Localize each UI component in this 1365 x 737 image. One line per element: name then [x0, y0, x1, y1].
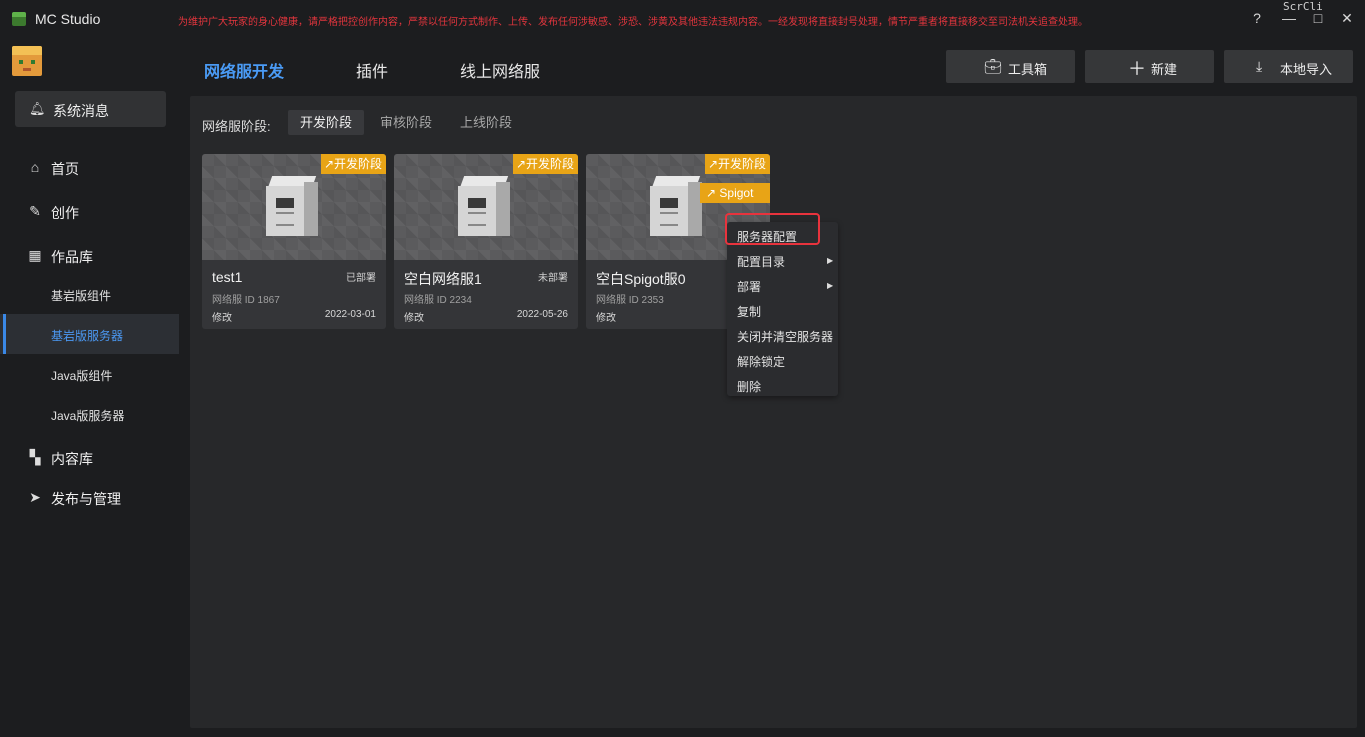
sidebar-item-label: 发布与管理 — [51, 491, 121, 507]
system-messages-button[interactable]: 🔔︎ 系统消息 — [15, 91, 166, 127]
deploy-status: 已部署 — [346, 273, 376, 284]
menu-item-copy[interactable]: 复制 — [737, 303, 761, 320]
menu-item-unlock[interactable]: 解除锁定 — [737, 353, 785, 370]
server-icon — [458, 176, 512, 238]
new-label: 新建 — [1151, 62, 1178, 77]
sidebar-subitem-java-servers[interactable]: Java版服务器 — [0, 394, 179, 434]
tab-plugins[interactable]: 插件 — [356, 58, 388, 82]
sidebar-subitem-java-components[interactable]: Java版组件 — [0, 354, 179, 394]
menu-item-label: 关闭并清空服务器 — [737, 330, 834, 344]
stage-badge: ↗开发阶段 — [320, 154, 386, 174]
modified-label: 修改 — [212, 313, 232, 324]
send-icon: ➤ — [29, 489, 41, 505]
app-logo-icon — [12, 12, 26, 26]
menu-item-label: 配置目录 — [737, 255, 786, 269]
sidebar-item-home[interactable]: ⌂ 首页 — [0, 148, 179, 186]
server-id: 网络服 ID 1867 — [212, 295, 280, 306]
help-icon[interactable]: ? — [1246, 8, 1268, 28]
server-card[interactable]: ↗开发阶段 空白网络服1 未部署 网络服 ID 2234 修改 2022-05-… — [394, 154, 578, 329]
menu-item-label: 解除锁定 — [737, 355, 786, 369]
sidebar-subitem-bedrock-components[interactable]: 基岩版组件 — [0, 274, 179, 314]
sidebar-item-label: 创作 — [51, 205, 79, 221]
submenu-arrow-icon: ▶ — [827, 281, 834, 290]
server-thumbnail: ↗开发阶段 — [202, 154, 386, 260]
server-id: 网络服 ID 2353 — [596, 295, 664, 306]
app-title: MC Studio — [35, 11, 101, 27]
plus-icon: ＋ — [1128, 59, 1146, 79]
sidebar-item-label: 内容库 — [51, 451, 93, 467]
close-button[interactable]: ✕ — [1336, 8, 1358, 28]
system-messages-label: 系统消息 — [53, 103, 109, 119]
stage-online[interactable]: 上线阶段 — [448, 110, 524, 135]
library-icon: ▦ — [28, 247, 42, 263]
stage-review[interactable]: 审核阶段 — [368, 110, 444, 135]
server-name: test1 — [212, 269, 243, 285]
menu-item-label: 复制 — [737, 305, 762, 319]
tab-network-server-dev[interactable]: 网络服开发 — [204, 58, 284, 82]
submenu-arrow-icon: ▶ — [827, 256, 834, 265]
local-import-button[interactable]: ⤓ 本地导入 — [1224, 50, 1353, 83]
minimize-button[interactable]: — — [1278, 8, 1300, 28]
stage-dev[interactable]: 开发阶段 — [288, 110, 365, 135]
server-icon — [266, 176, 320, 238]
briefcase-icon: 💼︎ — [984, 58, 1002, 74]
menu-item-deploy[interactable]: 部署 ▶ — [737, 278, 833, 295]
sidebar-subitem-bedrock-servers[interactable]: 基岩版服务器 — [0, 314, 179, 354]
deploy-status: 未部署 — [538, 273, 568, 284]
sidebar-item-label: 首页 — [51, 161, 79, 177]
menu-item-label: 删除 — [737, 380, 762, 394]
sidebar-subitem-label: Java版组件 — [51, 369, 113, 383]
sidebar-item-library[interactable]: ▦ 作品库 — [0, 236, 179, 274]
active-indicator — [3, 314, 6, 354]
sidebar-item-content-library[interactable]: ▚ 内容库 — [0, 438, 179, 476]
server-name: 空白Spigot服0 — [596, 271, 686, 287]
download-icon: ⤓ — [1256, 58, 1263, 74]
toolbox-label: 工具箱 — [1008, 62, 1048, 77]
maximize-button[interactable]: □ — [1307, 8, 1329, 28]
stage-badge: ↗开发阶段 — [512, 154, 578, 174]
sidebar-subitem-label: Java版服务器 — [51, 409, 125, 423]
server-thumbnail: ↗开发阶段 — [394, 154, 578, 260]
grid-icon: ▚ — [29, 449, 41, 465]
modified-label: 修改 — [596, 313, 616, 324]
sidebar-subitem-label: 基岩版服务器 — [51, 329, 124, 343]
avatar[interactable] — [12, 46, 42, 76]
sidebar-item-label: 作品库 — [51, 249, 93, 265]
stage-badge: ↗开发阶段 — [704, 154, 770, 174]
modified-date: 2022-03-01 — [324, 309, 376, 320]
modified-label: 修改 — [404, 313, 424, 324]
stage-filter-label: 网络服阶段: — [202, 119, 271, 134]
new-button[interactable]: ＋ 新建 — [1085, 50, 1214, 83]
menu-item-delete[interactable]: 删除 — [737, 378, 761, 395]
server-id: 网络服 ID 2234 — [404, 295, 472, 306]
modified-date: 2022-05-26 — [516, 309, 568, 320]
menu-item-config-directory[interactable]: 配置目录 ▶ — [737, 253, 833, 270]
context-menu: 服务器配置 配置目录 ▶ 部署 ▶ 复制 关闭并清空服务器 解除锁定 删除 — [727, 222, 838, 396]
sidebar-item-publish[interactable]: ➤ 发布与管理 — [0, 478, 179, 516]
content-warning-notice: 为维护广大玩家的身心健康，请严格把控创作内容，严禁以任何方式制作、上传、发布任何… — [178, 17, 1088, 28]
toolbox-button[interactable]: 💼︎ 工具箱 — [946, 50, 1075, 83]
menu-item-close-and-clear[interactable]: 关闭并清空服务器 — [737, 328, 833, 345]
sidebar-item-create[interactable]: ✎ 创作 — [0, 192, 179, 230]
server-name: 空白网络服1 — [404, 271, 482, 287]
menu-item-label: 部署 — [737, 280, 762, 294]
server-card[interactable]: ↗开发阶段 test1 已部署 网络服 ID 1867 修改 2022-03-0… — [202, 154, 386, 329]
server-icon — [650, 176, 704, 238]
highlight-box — [725, 213, 820, 245]
home-icon: ⌂ — [30, 159, 40, 175]
sidebar-subitem-label: 基岩版组件 — [51, 289, 112, 303]
pen-icon: ✎ — [29, 203, 41, 219]
import-label: 本地导入 — [1280, 62, 1333, 77]
spigot-badge: ↗ Spigot — [700, 183, 770, 203]
bell-icon: 🔔︎ — [29, 101, 46, 116]
tab-online-servers[interactable]: 线上网络服 — [460, 58, 540, 82]
